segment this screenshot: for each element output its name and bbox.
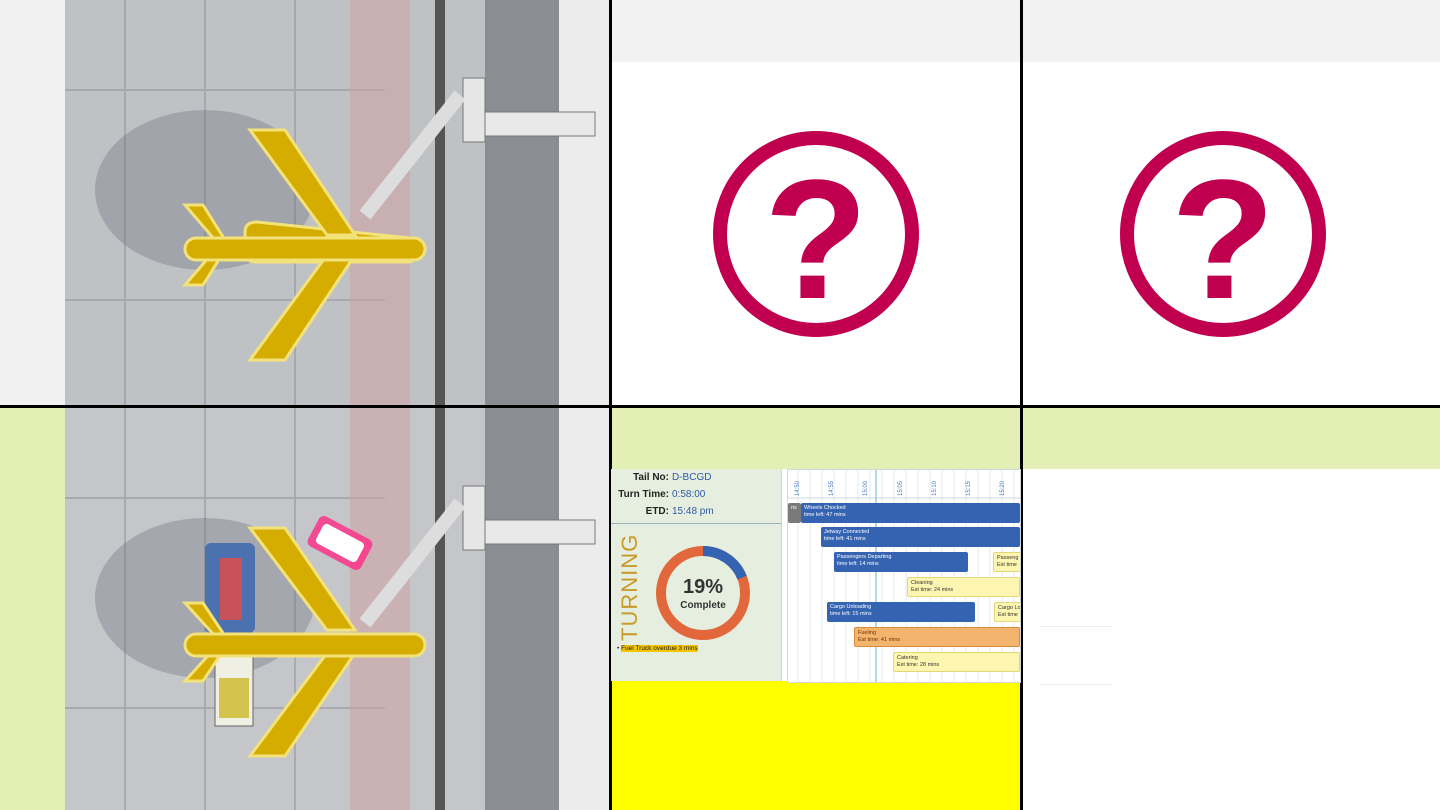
task-bar[interactable]: Cargo Unloading time left: 15 mins bbox=[827, 602, 975, 622]
tail-label: Tail No: bbox=[633, 472, 669, 483]
svg-text:?: ? bbox=[764, 145, 868, 335]
cell-header-top-middle bbox=[612, 0, 1020, 62]
task-bar[interactable]: Passengers Departing time left: 14 mins bbox=[834, 552, 968, 572]
gantt-chart: 14:50 14:55 15:00 15:05 15:10 15:15 15:2… bbox=[787, 469, 1021, 683]
task-bar[interactable]: Fueling Est time: 41 mins bbox=[854, 627, 1020, 647]
turn-value: 0:58:00 bbox=[672, 489, 706, 500]
task-bar[interactable]: Jetway Connected time left: 41 mins bbox=[821, 527, 1020, 547]
cell-header-bottom-right bbox=[1023, 408, 1440, 469]
task-bar[interactable]: Passeng Est time bbox=[993, 552, 1020, 572]
aerial-image-plain bbox=[65, 0, 609, 405]
turn-time-row: Turn Time: 0:58:00 bbox=[611, 489, 781, 500]
aerial-image-annotated bbox=[65, 408, 609, 810]
status-label: TURNING bbox=[617, 533, 642, 641]
faint-line bbox=[1040, 684, 1112, 685]
cell-header-top-right bbox=[1023, 0, 1440, 62]
time-tick: 15:15 bbox=[966, 480, 972, 496]
info-divider bbox=[611, 523, 781, 524]
cell-header-bottom-middle bbox=[612, 408, 1020, 469]
etd-label: ETD: bbox=[645, 506, 669, 517]
turn-label: Turn Time: bbox=[618, 489, 669, 500]
time-tick: 15:20 bbox=[1000, 480, 1006, 496]
percent-text: 19% bbox=[683, 576, 723, 598]
complete-text: Complete bbox=[680, 600, 726, 611]
aerial-scene-annotated-svg bbox=[65, 408, 609, 810]
alert-text: Fuel Truck overdue 3 mins bbox=[621, 645, 698, 652]
cell-top-right: ? bbox=[1023, 62, 1423, 405]
task-bar[interactable]: Wheels Chocked time left: 47 mins bbox=[801, 503, 1020, 523]
etd-value: 15:48 pm bbox=[672, 506, 714, 517]
tail-row: Tail No: D-BCGD bbox=[611, 472, 781, 483]
flight-info-panel: Tail No: D-BCGD Turn Time: 0:58:00 ETD: 15:… bbox=[611, 469, 782, 681]
progress-donut: 19% Complete bbox=[656, 546, 750, 640]
task-bar[interactable]: Catering Est time: 28 mins bbox=[893, 652, 1020, 672]
time-tick: 15:05 bbox=[898, 480, 904, 496]
alert-row: • Fuel Truck overdue 3 mins bbox=[617, 645, 698, 652]
cell-top-middle: ? bbox=[612, 62, 1020, 405]
time-tick: 15:00 bbox=[863, 480, 869, 496]
time-tick: 14:55 bbox=[829, 480, 835, 496]
turnaround-dashboard: Tail No: D-BCGD Turn Time: 0:58:00 ETD: 15:… bbox=[611, 469, 1021, 683]
question-icon: ? bbox=[713, 130, 919, 337]
task-bar[interactable]: Cleaning Est time: 24 mins bbox=[907, 577, 1020, 597]
yellow-panel bbox=[612, 681, 1020, 810]
left-strip-bottom bbox=[0, 408, 65, 810]
tail-value: D-BCGD bbox=[672, 472, 712, 483]
time-tick: 14:50 bbox=[795, 480, 801, 496]
task-bar-stub: ns bbox=[788, 503, 801, 523]
etd-row: ETD: 15:48 pm bbox=[611, 506, 781, 517]
left-strip-top bbox=[0, 0, 65, 405]
task-bar[interactable]: Cargo Lo Est time bbox=[994, 602, 1020, 622]
time-tick: 15:10 bbox=[932, 480, 938, 496]
aerial-scene-svg bbox=[65, 0, 609, 405]
question-icon: ? bbox=[1120, 130, 1326, 337]
gantt-grid bbox=[788, 470, 1020, 682]
faint-line bbox=[1040, 626, 1112, 627]
svg-text:?: ? bbox=[1171, 145, 1275, 335]
